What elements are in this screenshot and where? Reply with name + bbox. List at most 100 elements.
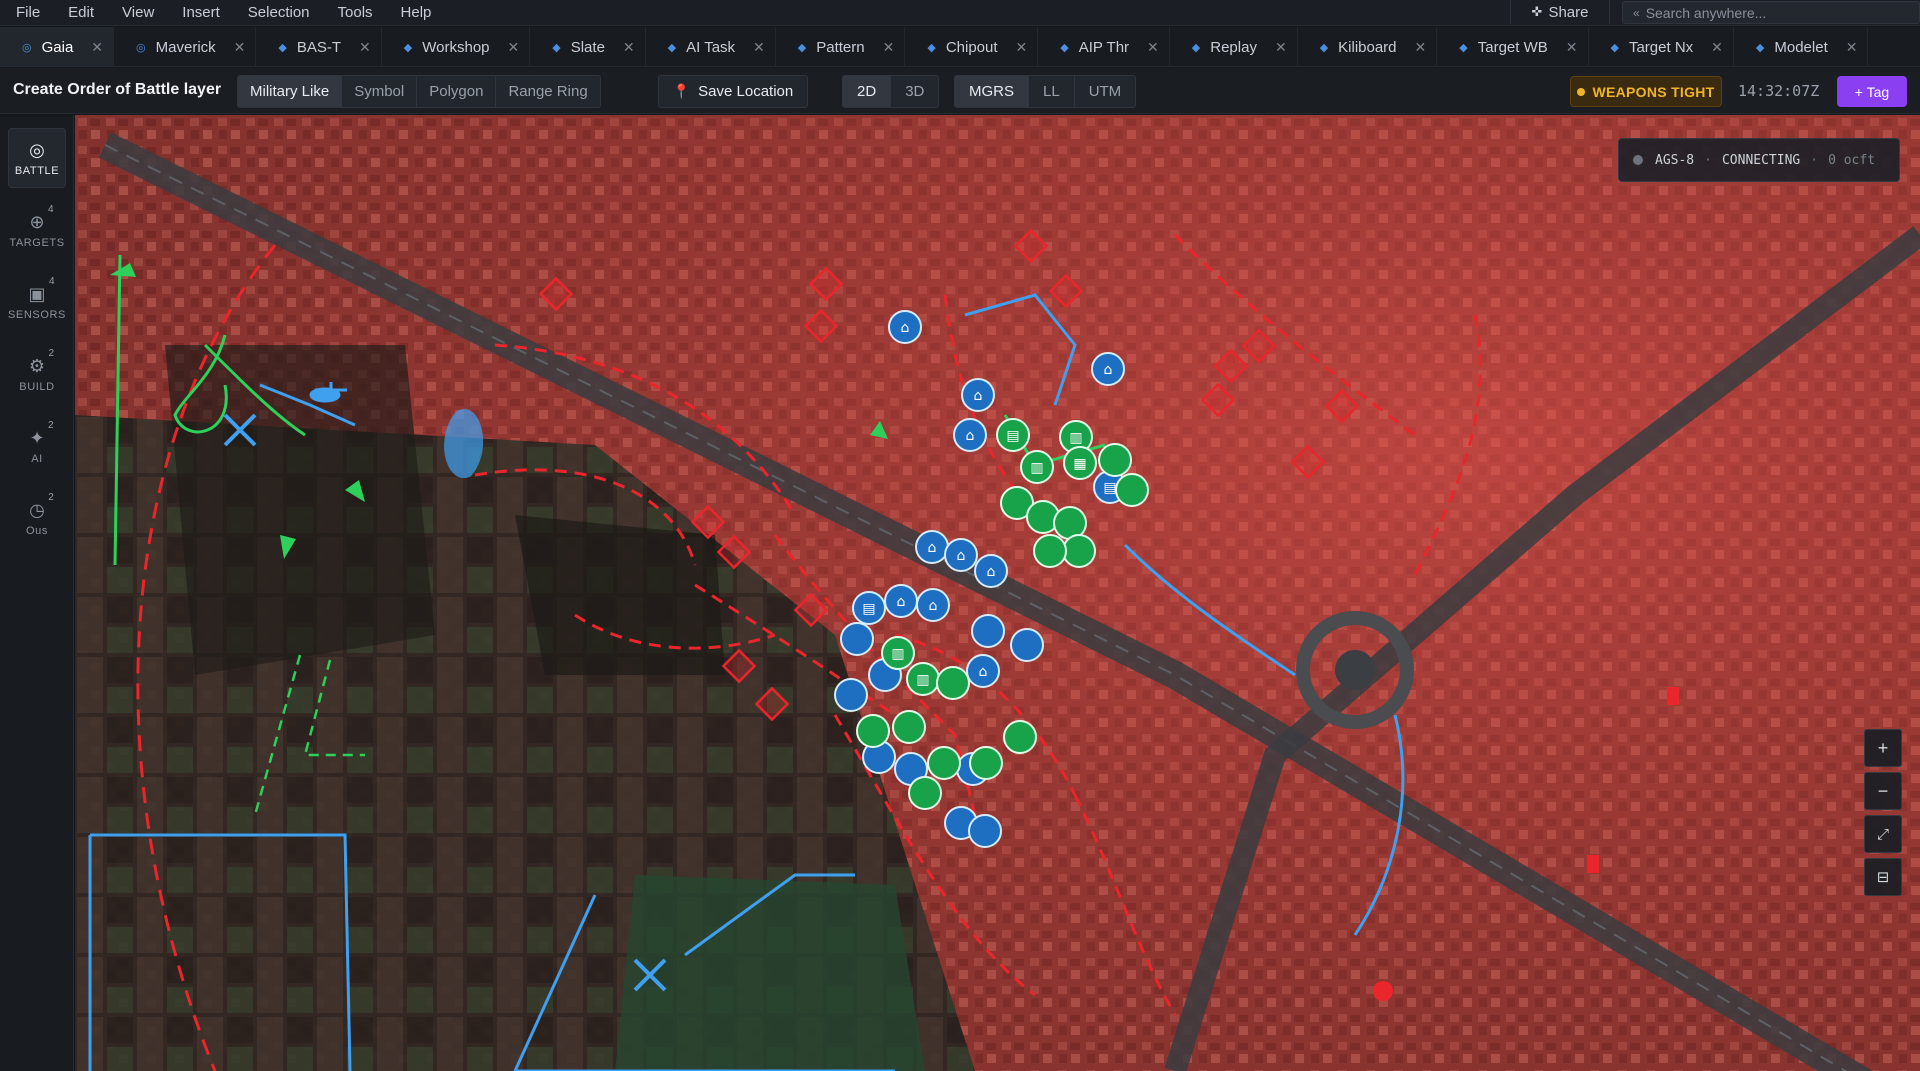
rail-count: 4 <box>47 203 54 215</box>
rail-item-sensors[interactable]: ▣ 4 SENSORS <box>8 272 66 332</box>
close-icon[interactable]: ✕ <box>1147 39 1159 56</box>
tab-pattern[interactable]: ◆ Pattern ✕ <box>776 27 906 66</box>
sensor-id: AGS-8 <box>1655 152 1695 168</box>
tab-label: AIP Thr <box>1078 38 1130 56</box>
svg-text:⌂: ⌂ <box>957 548 966 564</box>
close-icon[interactable]: ✕ <box>234 39 246 56</box>
svg-text:⌂: ⌂ <box>929 598 938 614</box>
tab-slate[interactable]: ◆ Slate ✕ <box>530 27 646 66</box>
layers-button[interactable]: ⊟ <box>1864 858 1902 896</box>
rail-item-targets[interactable]: ⊕ 4 TARGETS <box>8 200 66 260</box>
svg-text:▤: ▤ <box>1006 428 1019 444</box>
close-icon[interactable]: ✕ <box>1846 39 1858 56</box>
sensor-status-panel[interactable]: AGS-8 · CONNECTING · 0 ocft <box>1618 138 1900 182</box>
fullscreen-button[interactable]: ⤢ <box>1864 815 1902 853</box>
tab-label: Maverick <box>155 38 216 56</box>
menu-insert[interactable]: Insert <box>168 4 234 21</box>
svg-text:▤: ▤ <box>862 601 875 617</box>
tab-maverick[interactable]: ◎ Maverick ✕ <box>114 27 257 66</box>
menu-edit[interactable]: Edit <box>54 4 108 21</box>
search-placeholder: Search anywhere... <box>1645 4 1767 21</box>
menu-tools[interactable]: Tools <box>324 4 387 21</box>
layer-type-symbol[interactable]: Symbol <box>342 76 418 107</box>
save-location-button[interactable]: 📍 Save Location <box>658 75 808 108</box>
rail-item-battle[interactable]: ◎ BATTLE <box>8 128 66 188</box>
rail-item-ai[interactable]: ✦ 2 AI <box>8 416 66 476</box>
rail-label: SENSORS <box>8 308 66 321</box>
rail-count: 2 <box>47 419 54 431</box>
coord-mode-mgrs[interactable]: MGRS <box>955 76 1029 107</box>
page-title: Create Order of Battle layer <box>13 81 222 98</box>
map-imagery: ⌂ ⌂ ⌂ ⌂ ▤ ▤ ▥ ▥ ▦ ⌂ ⌂ ⌂ ▤ ⌂ ⌂ ▥ ▥ ⌂ <box>75 115 1920 1071</box>
tab-bar: ◎ Gaia ✕ ◎ Maverick ✕ ◆ BAS-T ✕ ◆ Workshop ✕ ◆ Sl… <box>0 27 1920 67</box>
tab-bas-t[interactable]: ◆ BAS-T ✕ <box>256 27 382 66</box>
layer-type-polygon[interactable]: Polygon <box>417 76 497 107</box>
svg-text:▤: ▤ <box>1103 480 1116 496</box>
diamond-icon: ◆ <box>403 41 413 54</box>
tab-modelet[interactable]: ◆ Modelet ✕ <box>1734 27 1869 66</box>
weapons-status-badge: WEAPONS TIGHT <box>1570 76 1722 107</box>
globe-icon: ◎ <box>29 139 45 160</box>
rail-label: BATTLE <box>14 164 60 177</box>
weapons-status-label: WEAPONS TIGHT <box>1592 83 1715 100</box>
close-icon[interactable]: ✕ <box>1711 39 1723 56</box>
close-icon[interactable]: ✕ <box>359 39 371 56</box>
tab-label: BAS-T <box>296 38 342 56</box>
svg-text:▥: ▥ <box>1030 460 1043 476</box>
diamond-icon: ◆ <box>1459 41 1468 54</box>
map-canvas[interactable]: ⌂ ⌂ ⌂ ⌂ ▤ ▤ ▥ ▥ ▦ ⌂ ⌂ ⌂ ▤ ⌂ ⌂ ▥ ▥ ⌂ AGS-… <box>75 115 1920 1071</box>
svg-text:⌂: ⌂ <box>974 388 983 404</box>
menu-selection[interactable]: Selection <box>234 4 324 21</box>
close-icon[interactable]: ✕ <box>1415 39 1427 56</box>
menu-help[interactable]: Help <box>387 4 446 21</box>
rail-item-build[interactable]: ⚙ 2 BUILD <box>8 344 66 404</box>
svg-text:⌂: ⌂ <box>966 428 975 444</box>
close-icon[interactable]: ✕ <box>1275 39 1287 56</box>
tab-aip-thr[interactable]: ◆ AIP Thr ✕ <box>1038 27 1170 66</box>
close-icon[interactable]: ✕ <box>1566 39 1578 56</box>
tab-workshop[interactable]: ◆ Workshop ✕ <box>382 27 531 66</box>
tab-label: Replay <box>1210 38 1257 56</box>
svg-text:⌂: ⌂ <box>897 594 906 610</box>
layer-type-range-ring[interactable]: Range Ring <box>496 76 599 107</box>
view-mode-2d[interactable]: 2D <box>843 76 892 107</box>
coord-mode-ll[interactable]: LL <box>1029 76 1075 107</box>
diamond-icon: ◆ <box>927 41 936 54</box>
coord-mode-selector: MGRS LL UTM <box>954 75 1137 108</box>
tab-ai-task[interactable]: ◆ AI Task ✕ <box>646 27 776 66</box>
tab-target-nx[interactable]: ◆ Target Nx ✕ <box>1589 27 1734 66</box>
tab-target-wb[interactable]: ◆ Target WB ✕ <box>1437 27 1589 66</box>
close-icon[interactable]: ✕ <box>883 39 895 56</box>
tab-label: Kiliboard <box>1338 38 1397 56</box>
svg-text:⌂: ⌂ <box>901 320 910 336</box>
coord-mode-utm[interactable]: UTM <box>1075 76 1135 107</box>
rail-item-ous[interactable]: ◷ 2 Ous <box>8 488 66 548</box>
left-rail: ◎ BATTLE ⊕ 4 TARGETS ▣ 4 SENSORS ⚙ 2 BUILD … <box>0 115 74 1071</box>
share-icon: ✜ <box>1531 4 1543 19</box>
tab-kiliboard[interactable]: ◆ Kiliboard ✕ <box>1298 27 1438 66</box>
layer-type-military-like[interactable]: Military Like <box>238 76 343 107</box>
close-icon[interactable]: ✕ <box>1016 39 1028 56</box>
menu-file[interactable]: File <box>0 4 54 21</box>
tab-replay[interactable]: ◆ Replay ✕ <box>1170 27 1298 66</box>
tab-gaia[interactable]: ◎ Gaia ✕ <box>0 27 115 66</box>
sensor-icon: ▣ 4 <box>28 275 55 304</box>
zoom-out-button[interactable]: − <box>1864 772 1902 810</box>
view-mode-3d[interactable]: 3D <box>891 76 938 107</box>
zoom-in-button[interactable]: + <box>1864 729 1902 767</box>
close-icon[interactable]: ✕ <box>623 39 635 56</box>
close-icon[interactable]: ✕ <box>753 39 765 56</box>
tab-label: Gaia <box>41 38 74 56</box>
diamond-icon: ◆ <box>1319 41 1329 54</box>
close-icon[interactable]: ✕ <box>508 39 520 56</box>
diamond-icon: ◆ <box>278 41 287 54</box>
tab-label: Workshop <box>422 38 490 56</box>
search-input[interactable]: « Search anywhere... <box>1622 1 1920 24</box>
close-icon[interactable]: ✕ <box>91 39 103 56</box>
share-button[interactable]: ✜ Share <box>1510 0 1610 24</box>
menu-view[interactable]: View <box>108 4 168 21</box>
tab-chipout[interactable]: ◆ Chipout ✕ <box>905 27 1039 66</box>
add-tag-button[interactable]: + Tag <box>1837 76 1907 107</box>
tab-label: Target WB <box>1477 38 1548 56</box>
diamond-icon: ◆ <box>1060 41 1069 54</box>
